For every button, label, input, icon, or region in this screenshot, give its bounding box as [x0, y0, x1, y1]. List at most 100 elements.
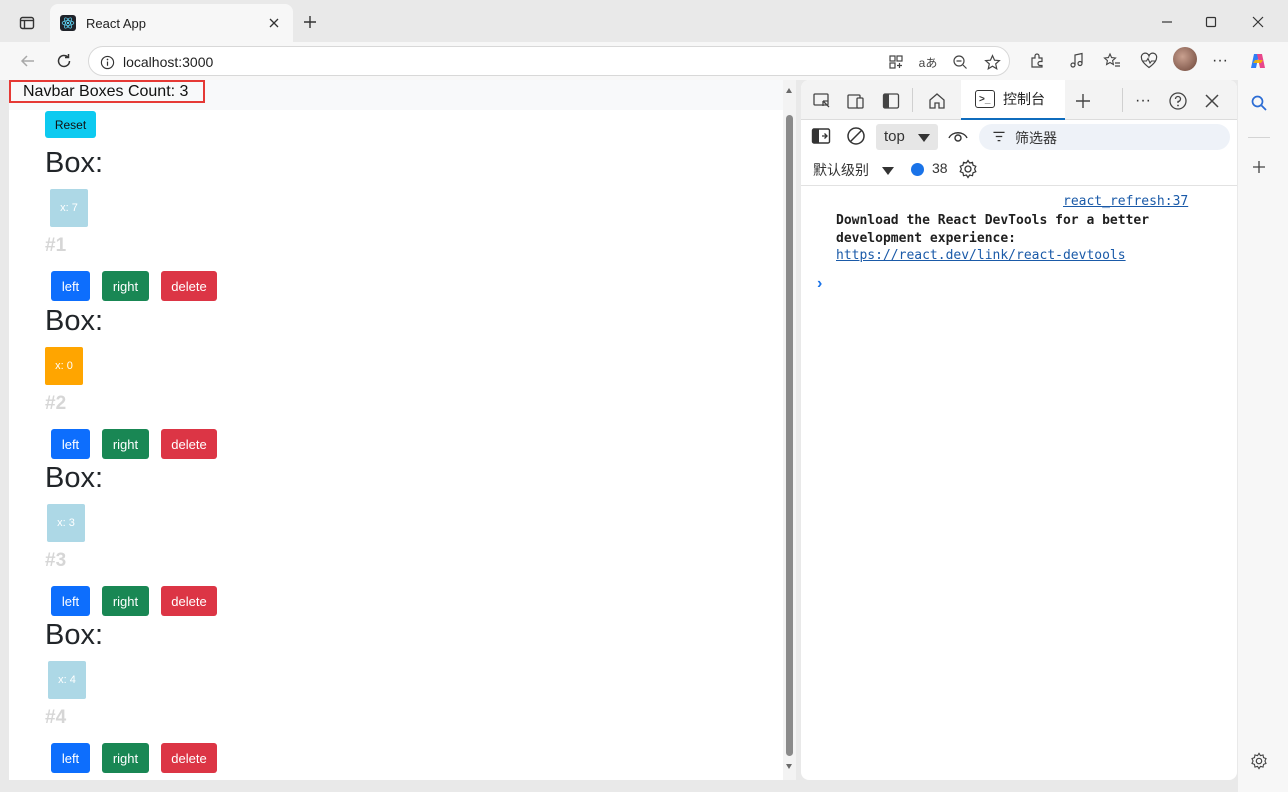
filter-icon	[993, 131, 1005, 142]
box-card: Box: x: 7 #1 left right delete	[45, 147, 745, 305]
more-tools-icon[interactable]: ···	[1132, 90, 1154, 112]
inspect-element-icon[interactable]	[811, 90, 833, 112]
add-tool-icon[interactable]	[1072, 90, 1094, 112]
console-filter-bar: top 筛选器	[801, 120, 1237, 152]
browser-tab[interactable]: React App	[50, 4, 293, 42]
home-icon[interactable]	[926, 90, 948, 112]
left-button[interactable]: left	[51, 586, 90, 616]
toolbar-divider	[912, 88, 913, 112]
read-aloud-icon[interactable]: aあ	[918, 52, 938, 72]
left-button[interactable]: left	[51, 429, 90, 459]
device-emulation-icon[interactable]	[845, 90, 867, 112]
box-title: Box:	[45, 619, 104, 651]
filter-placeholder: 筛选器	[1015, 130, 1057, 146]
box-number: #4	[45, 707, 67, 728]
minimize-icon[interactable]	[1157, 12, 1177, 32]
delete-button[interactable]: delete	[161, 271, 217, 301]
back-icon[interactable]	[17, 50, 39, 72]
right-button[interactable]: right	[102, 743, 149, 773]
box-x-value: x: 3	[47, 504, 85, 542]
box-x-value: x: 0	[45, 347, 83, 385]
browser-toolbar: localhost:3000 aあ ···	[0, 42, 1288, 80]
navbar-boxes-count: Navbar Boxes Count: 3	[9, 80, 205, 103]
maximize-icon[interactable]	[1201, 12, 1221, 32]
close-tab-icon[interactable]	[265, 14, 283, 32]
console-prompt[interactable]: ›	[817, 275, 822, 293]
messages-icon	[911, 163, 924, 176]
reset-button[interactable]: Reset	[45, 111, 96, 138]
tab-console[interactable]: >_ 控制台	[961, 80, 1065, 120]
refresh-icon[interactable]	[53, 50, 75, 72]
left-button[interactable]: left	[51, 271, 90, 301]
right-button[interactable]: right	[102, 586, 149, 616]
health-icon[interactable]	[1138, 50, 1160, 72]
box-number: #2	[45, 393, 67, 414]
more-options-icon[interactable]: ···	[1209, 50, 1231, 72]
add-sidebar-app-icon[interactable]	[1248, 156, 1270, 178]
devtools-tab-bar: >_ 控制台 ···	[801, 80, 1237, 120]
box-card: Box: x: 0 #2 left right delete	[45, 305, 745, 463]
context-select[interactable]: top	[876, 124, 938, 150]
box-number: #1	[45, 235, 67, 256]
box-x-value: x: 4	[48, 661, 86, 699]
devtools-download-link[interactable]: https://react.dev/link/react-devtools	[836, 248, 1126, 263]
right-button[interactable]: right	[102, 271, 149, 301]
log-level-select[interactable]: 默认级别	[813, 160, 869, 180]
box-card: Box: x: 4 #4 left right delete	[45, 619, 745, 777]
tab-console-label: 控制台	[1003, 91, 1045, 107]
extensions-icon[interactable]	[1026, 50, 1048, 72]
favorite-star-icon[interactable]	[982, 52, 1002, 72]
search-icon[interactable]	[1248, 92, 1270, 114]
box-controls: left right delete	[51, 586, 217, 616]
help-icon[interactable]	[1167, 90, 1189, 112]
console-icon: >_	[975, 90, 995, 108]
address-bar[interactable]: localhost:3000 aあ	[88, 46, 1010, 76]
zoom-out-icon[interactable]	[950, 52, 970, 72]
tab-actions-icon[interactable]	[16, 12, 38, 34]
profile-avatar[interactable]	[1173, 47, 1197, 71]
box-number: #3	[45, 550, 67, 571]
message-count[interactable]: 38	[932, 160, 948, 176]
right-button[interactable]: right	[102, 429, 149, 459]
close-devtools-icon[interactable]	[1201, 90, 1223, 112]
sidebar-divider	[1248, 137, 1270, 138]
left-button[interactable]: left	[51, 743, 90, 773]
media-icon[interactable]	[1066, 50, 1088, 72]
react-logo-icon	[60, 15, 76, 31]
info-icon[interactable]	[97, 52, 117, 72]
box-controls: left right delete	[51, 271, 217, 301]
filter-input[interactable]: 筛选器	[979, 124, 1230, 150]
box-card: Box: x: 3 #3 left right delete	[45, 462, 745, 620]
scrollbar-thumb[interactable]	[786, 115, 793, 756]
box-title: Box:	[45, 462, 104, 494]
context-select-value: top	[884, 128, 905, 145]
page-scrollbar[interactable]	[783, 80, 796, 780]
dock-side-icon[interactable]	[880, 90, 902, 112]
scroll-down-icon[interactable]	[786, 764, 792, 769]
scroll-up-icon[interactable]	[786, 88, 792, 93]
close-window-icon[interactable]	[1248, 12, 1268, 32]
app-available-icon[interactable]	[886, 52, 906, 72]
message-text: Download the React DevTools for a better…	[836, 213, 1150, 246]
chevron-down-icon	[918, 134, 930, 142]
devtools-panel: >_ 控制台 ··· top 筛选器 默认级别 38 react_refresh…	[801, 80, 1237, 780]
delete-button[interactable]: delete	[161, 586, 217, 616]
delete-button[interactable]: delete	[161, 429, 217, 459]
favorites-icon[interactable]	[1101, 50, 1123, 72]
message-source-link[interactable]: react_refresh:37	[1063, 194, 1188, 209]
url-text[interactable]: localhost:3000	[123, 54, 213, 70]
delete-button[interactable]: delete	[161, 743, 217, 773]
sidebar-settings-gear-icon[interactable]	[1248, 750, 1270, 772]
chevron-down-icon	[882, 167, 894, 175]
copilot-icon[interactable]	[1247, 50, 1269, 72]
clear-console-icon[interactable]	[845, 125, 867, 147]
box-controls: left right delete	[51, 429, 217, 459]
title-bar: React App	[0, 0, 1288, 44]
new-tab-icon[interactable]	[300, 12, 320, 32]
sidebar-toggle-icon[interactable]	[810, 125, 832, 147]
live-expression-eye-icon[interactable]	[947, 125, 969, 147]
box-title: Box:	[45, 147, 104, 179]
console-settings-gear-icon[interactable]	[957, 158, 979, 180]
toolbar-divider	[1122, 88, 1123, 112]
box-controls: left right delete	[51, 743, 217, 773]
